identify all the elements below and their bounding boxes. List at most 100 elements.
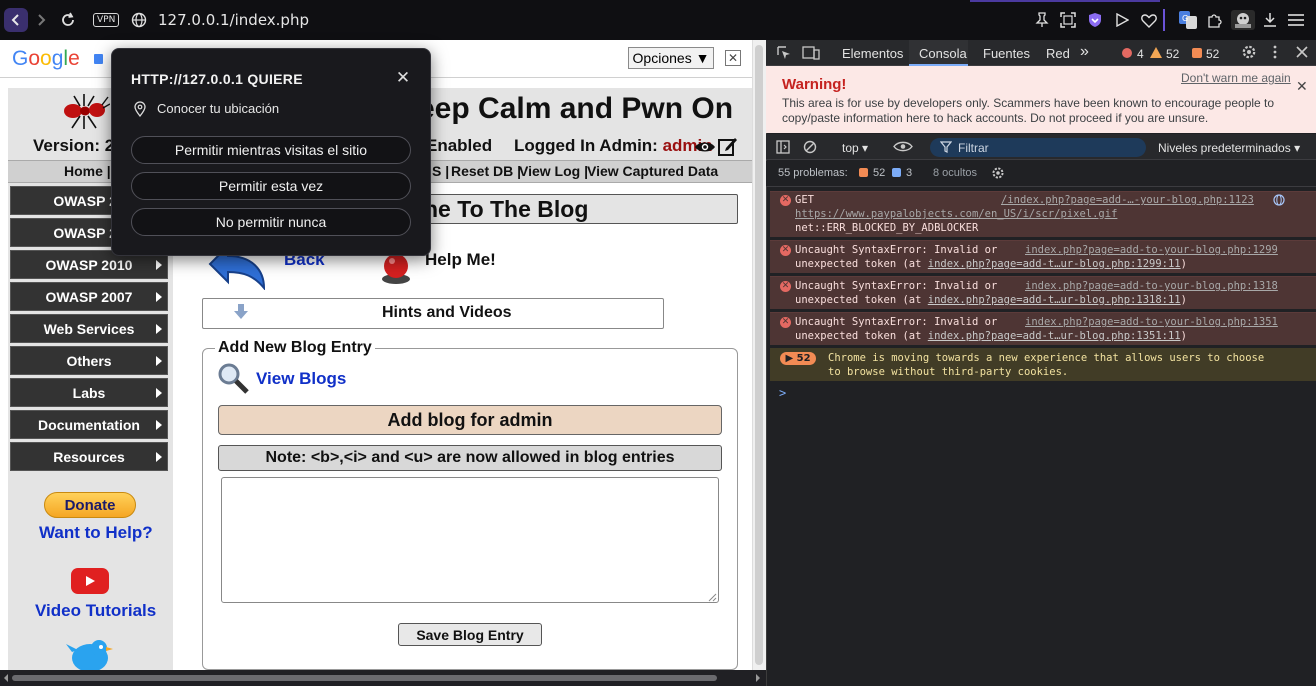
reset-db-link[interactable]: Reset DB | [451,163,521,179]
edit-icon[interactable] [718,136,738,156]
translate-extension-button[interactable]: G [1178,10,1198,30]
settings-gear-icon[interactable] [1241,44,1257,60]
msg5-text-line2: to browse without third-party cookies. [828,366,1069,378]
video-tutorials-link[interactable]: Video Tutorials [35,601,156,621]
sidebar-item-web-services[interactable]: Web Services [10,314,168,343]
clear-console-icon[interactable] [803,140,817,154]
magnifier-icon[interactable] [216,361,250,395]
dont-warn-again-link[interactable]: Don't warn me again [1181,71,1291,85]
profile-avatar[interactable] [1230,10,1256,30]
grouped-warning-badge[interactable]: ▶ 52 [780,352,816,365]
save-blog-entry-button[interactable]: Save Blog Entry [398,623,542,646]
error-count[interactable]: 4 [1137,47,1144,61]
close-devtools-icon[interactable] [1296,46,1308,58]
allow-while-visiting-button[interactable]: Permitir mientras visitas el sitio [131,136,411,164]
page-vertical-scroll-thumb[interactable] [755,45,763,665]
context-selector[interactable]: top ▾ [842,141,868,155]
vpn-badge[interactable]: VPN [93,13,120,27]
issues-summary[interactable]: 55 problemas: [778,167,848,179]
scroll-left-icon[interactable] [2,673,10,683]
kebab-menu-icon[interactable] [1272,45,1278,59]
twitter-bird-icon[interactable] [66,636,114,670]
issues-settings-gear-icon[interactable] [991,166,1005,180]
msg4-source-link[interactable]: index.php?page=add-to-your-blog.php:1351 [1025,315,1278,329]
msg1-method: GET [795,194,814,206]
msg4-inline-link[interactable]: index.php?page=add-t…ur-blog.php:1351:11 [928,330,1181,342]
back-button[interactable] [4,8,28,32]
site-title: eep Calm and Pwn On [418,92,734,125]
msg3-inline-link[interactable]: index.php?page=add-t…ur-blog.php:1318:11 [928,294,1181,306]
permission-title: HTTP://127.0.0.1 QUIERE [131,71,303,87]
translate-close-button[interactable]: ✕ [725,50,741,66]
msg3-prefix: unexpected token (at [795,294,928,306]
svg-text:G: G [1182,14,1188,23]
address-bar[interactable]: 127.0.0.1/index.php [158,11,309,29]
msg3-source-link[interactable]: index.php?page=add-to-your-blog.php:1318 [1025,279,1278,293]
permission-close-button[interactable]: ✕ [395,68,411,87]
issues-label: 55 problemas: [778,167,848,179]
blog-entry-textarea[interactable] [221,477,719,603]
sidebar-toggle-icon[interactable] [776,140,790,154]
page-title: ne To The Blog [424,196,589,222]
more-tabs-button[interactable]: » [1080,43,1089,61]
msg2-source-link[interactable]: index.php?page=add-to-your-blog.php:1299 [1025,243,1278,257]
chevron-right-icon [38,14,46,26]
sidebar-item-documentation[interactable]: Documentation [10,410,168,439]
tab-console[interactable]: Consola [919,46,967,61]
allow-this-time-button[interactable]: Permitir esta vez [131,172,411,200]
want-to-help-link[interactable]: Want to Help? [39,523,153,543]
msg3-text: Uncaught SyntaxError: Invalid or [795,280,998,292]
options-dropdown[interactable]: Opciones ▼ [628,47,714,69]
reload-button[interactable] [56,8,80,32]
extensions-button[interactable] [1205,10,1225,30]
msg1-source-link[interactable]: /index.php?page=add-…-your-blog.php:1123 [1001,193,1254,207]
page-horizontal-scroll-thumb[interactable] [12,675,717,681]
shield-button[interactable] [1085,10,1105,30]
s-link[interactable]: S | [432,163,449,179]
pin-button[interactable] [1032,10,1052,30]
never-allow-button[interactable]: No permitir nunca [131,208,411,236]
view-log-link[interactable]: View Log | [519,163,588,179]
play-button[interactable] [1112,10,1132,30]
forward-button[interactable] [29,8,53,32]
network-globe-icon[interactable] [1273,194,1285,206]
tab-elements[interactable]: Elementos [842,46,903,61]
sidebar-item-labs[interactable]: Labs [10,378,168,407]
eye-icon[interactable] [694,140,716,154]
console-prompt[interactable]: > [779,386,786,400]
inspect-element-icon[interactable] [776,45,792,61]
msg1-url-link[interactable]: https://www.paypalobjects.com/en_US/i/sc… [795,207,1117,221]
tab-sources[interactable]: Fuentes [983,46,1030,61]
sidebar-item-owasp-2007[interactable]: OWASP 2007 [10,282,168,311]
shield-icon [1089,13,1101,27]
site-info-button[interactable] [129,10,149,30]
filter-placeholder: Filtrar [958,141,989,155]
html-note: Note: <b>,<i> and <u> are now allowed in… [218,445,722,471]
youtube-icon[interactable] [71,568,109,594]
lock-icon [94,54,103,64]
resize-grip-icon[interactable] [708,593,717,602]
help-me-link[interactable]: Help Me! [425,250,496,270]
warning-count[interactable]: 52 [1166,47,1179,61]
browser-menu-button[interactable] [1286,10,1306,30]
issues-count[interactable]: 52 [1206,47,1219,61]
msg4-close-paren: ) [1180,330,1187,342]
live-expression-eye-icon[interactable] [893,140,913,153]
tab-network[interactable]: Red [1046,46,1070,61]
donate-button[interactable]: Donate [44,492,136,518]
downloads-button[interactable] [1260,10,1280,30]
sidebar-item-others[interactable]: Others [10,346,168,375]
msg2-inline-link[interactable]: index.php?page=add-t…ur-blog.php:1299:11 [928,258,1181,270]
log-levels-dropdown[interactable]: Niveles predeterminados ▾ [1158,141,1300,155]
warning-close-icon[interactable]: ✕ [1296,78,1308,95]
view-blogs-link[interactable]: View Blogs [256,369,346,389]
sidebar-item-resources[interactable]: Resources [10,442,168,471]
screenshot-button[interactable] [1058,10,1078,30]
version-label: Version: 2. [33,136,119,155]
scroll-right-icon[interactable] [754,673,762,683]
favorites-button[interactable] [1139,10,1159,30]
view-captured-data-link[interactable]: View Captured Data [587,163,718,179]
device-toolbar-icon[interactable] [802,45,820,61]
download-icon [1264,13,1276,27]
home-link[interactable]: Home | [64,163,111,179]
